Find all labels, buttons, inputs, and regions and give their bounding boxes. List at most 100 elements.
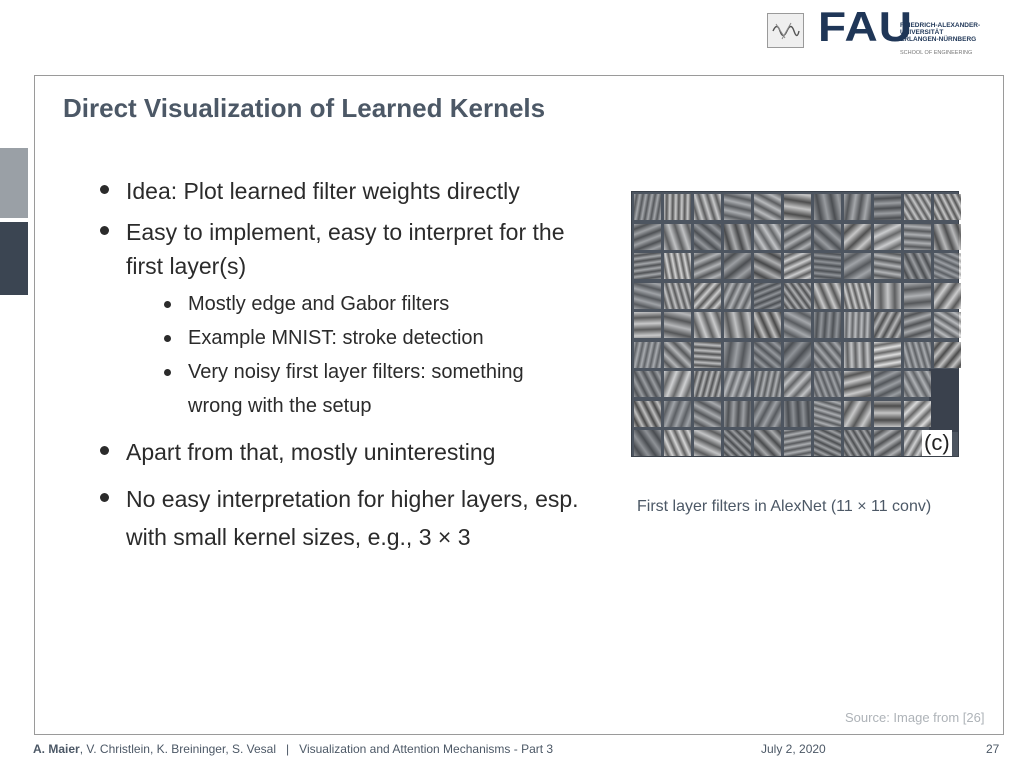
filter-kernel — [634, 223, 661, 250]
filter-kernel — [874, 253, 901, 279]
filter-kernel — [724, 400, 751, 427]
filter-kernel — [934, 312, 961, 338]
filter-kernel — [694, 312, 721, 338]
filter-kernel — [664, 194, 691, 220]
filter-kernel — [904, 194, 931, 220]
frame-top-line — [34, 75, 1004, 76]
bullet-item: Easy to implement, easy to interpret for… — [100, 215, 564, 249]
slide-title: Direct Visualization of Learned Kernels — [63, 93, 546, 123]
filter-kernel — [664, 223, 691, 250]
filter-kernel — [844, 194, 871, 220]
filter-kernel — [874, 400, 901, 427]
filter-kernel — [694, 253, 721, 279]
fau-logo: FAU — [818, 3, 913, 51]
filter-kernel — [814, 282, 841, 309]
filter-kernel — [754, 223, 781, 250]
filter-kernel — [934, 194, 961, 220]
filter-kernel — [754, 400, 781, 427]
filter-kernel — [844, 312, 871, 338]
filter-kernel — [634, 341, 661, 368]
frame-bottom-line — [34, 734, 1004, 735]
school-name: SCHOOL OF ENGINEERING — [900, 50, 973, 56]
figure-label: (c) — [922, 430, 952, 456]
filter-kernel — [874, 341, 901, 368]
filter-kernel — [724, 371, 751, 397]
filter-kernel — [814, 341, 841, 368]
filter-kernel — [664, 282, 691, 309]
filter-kernel — [784, 194, 811, 220]
filter-kernel — [784, 282, 811, 309]
alexnet-filters-image — [631, 191, 961, 457]
sub-bullet-item: Mostly edge and Gabor filters — [164, 287, 449, 321]
filter-kernel — [634, 312, 661, 338]
filter-kernel — [724, 430, 751, 456]
frame-right-line — [1003, 75, 1004, 735]
filter-kernel — [814, 194, 841, 220]
filter-kernel — [634, 400, 661, 427]
filter-kernel — [844, 253, 871, 279]
filter-kernel — [934, 282, 961, 309]
bullet-dot-icon — [100, 226, 109, 235]
bullet-item: No easy interpretation for higher layers… — [100, 482, 579, 516]
side-section-marker — [0, 148, 28, 218]
filter-kernel — [844, 430, 871, 456]
filter-kernel — [634, 371, 661, 397]
bullet-continuation: first layer(s) — [126, 253, 247, 279]
filter-kernel — [664, 400, 691, 427]
filter-kernel — [844, 371, 871, 397]
filter-kernel — [814, 430, 841, 456]
filter-kernel — [694, 430, 721, 456]
figure-dark-patch — [929, 369, 959, 432]
filter-kernel — [784, 371, 811, 397]
filter-kernel — [934, 341, 961, 368]
page-number: 27 — [986, 742, 1000, 756]
filter-kernel — [724, 312, 751, 338]
filter-kernel — [904, 400, 931, 427]
filter-kernel — [874, 371, 901, 397]
bullet-item: Idea: Plot learned filter weights direct… — [100, 174, 520, 208]
footer-separator: | — [286, 742, 290, 756]
bullet-dot-icon — [100, 185, 109, 194]
filter-kernel — [694, 223, 721, 250]
footer-coauthors: , V. Christlein, K. Breininger, S. Vesal — [79, 742, 277, 756]
filter-kernel — [724, 194, 751, 220]
image-source: Source: Image from [26] — [845, 710, 985, 725]
filter-kernel — [694, 400, 721, 427]
bullet-item: Apart from that, mostly uninteresting — [100, 435, 495, 469]
filter-kernel — [754, 371, 781, 397]
filter-kernel — [784, 312, 811, 338]
filter-kernel — [694, 341, 721, 368]
filter-kernel — [664, 430, 691, 456]
filter-kernel — [844, 282, 871, 309]
filter-kernel — [694, 282, 721, 309]
filter-kernel — [754, 341, 781, 368]
filter-kernel — [874, 312, 901, 338]
filter-kernel — [814, 400, 841, 427]
footer-date: July 2, 2020 — [761, 742, 826, 756]
filter-kernel — [634, 282, 661, 309]
filter-kernel — [814, 253, 841, 279]
filter-kernel — [784, 253, 811, 279]
bullet-dot-icon — [100, 493, 109, 502]
filter-kernel — [694, 371, 721, 397]
filter-kernel — [814, 371, 841, 397]
filter-kernel — [784, 400, 811, 427]
filter-kernel — [724, 253, 751, 279]
filter-kernel — [754, 282, 781, 309]
filter-kernel — [664, 253, 691, 279]
bullet-continuation: with small kernel sizes, e.g., 3 × 3 — [126, 524, 471, 550]
filter-kernel — [754, 253, 781, 279]
filter-kernel — [814, 223, 841, 250]
filter-kernel — [904, 312, 931, 338]
filter-kernel — [754, 194, 781, 220]
university-name: FRIEDRICH-ALEXANDER- UNIVERSITÄT ERLANGE… — [900, 22, 981, 43]
filter-kernel — [904, 282, 931, 309]
filter-kernel — [814, 312, 841, 338]
footer-main-author: A. Maier — [33, 742, 80, 756]
lecture-icon — [767, 13, 804, 48]
filter-kernel — [664, 312, 691, 338]
filter-kernel — [904, 253, 931, 279]
filter-kernel — [784, 223, 811, 250]
filter-kernel — [754, 430, 781, 456]
side-section-marker-active — [0, 222, 28, 295]
